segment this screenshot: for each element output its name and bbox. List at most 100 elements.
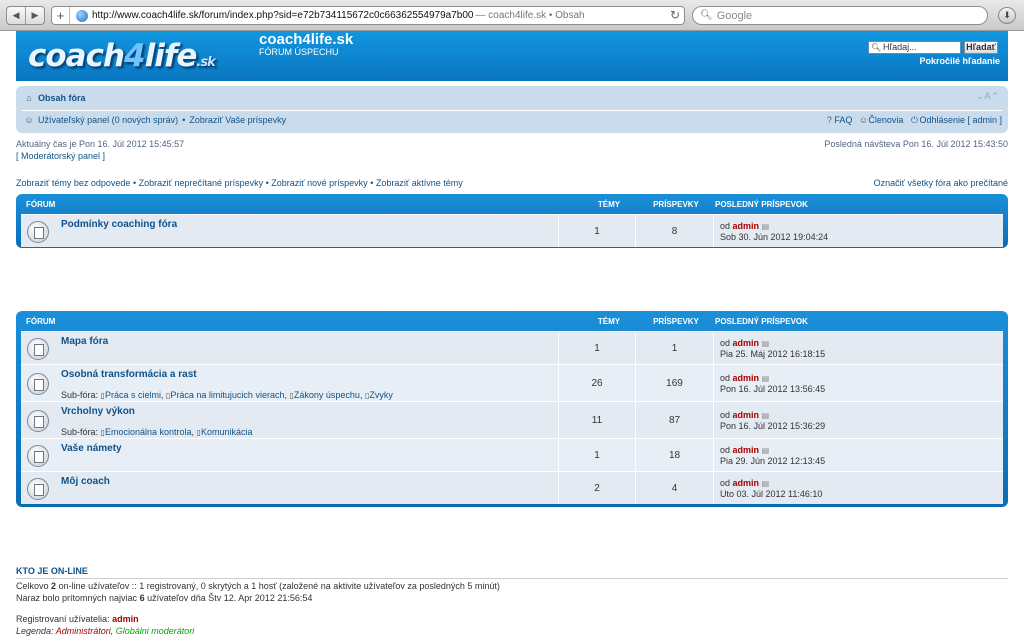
topics-count: 2 bbox=[558, 472, 636, 504]
font-size-changer[interactable]: ⌄A⌃ bbox=[976, 91, 1000, 102]
subforum-link[interactable]: Komunikácia bbox=[201, 427, 253, 437]
subforum-link[interactable]: Práca na limitujucich vierach bbox=[170, 390, 284, 400]
browser-search-placeholder: Google bbox=[716, 9, 753, 22]
site-description: FÓRUM ÚSPECHU bbox=[259, 47, 339, 57]
subforum-link[interactable]: Zvyky bbox=[369, 390, 393, 400]
who-is-online-heading[interactable]: KTO JE ON-LINE bbox=[16, 566, 1008, 579]
address-bar[interactable]: + http://www.coach4life.sk/forum/index.p… bbox=[51, 6, 685, 25]
posts-count: 87 bbox=[636, 402, 714, 438]
last-post-author-link[interactable]: admin bbox=[733, 410, 760, 420]
view-latest-post-icon[interactable]: ▤ bbox=[762, 222, 770, 231]
view-latest-post-icon[interactable]: ▤ bbox=[762, 479, 770, 488]
topics-count: 1 bbox=[558, 439, 636, 471]
page-title-text: — coach4life.sk • Obsah bbox=[475, 10, 585, 21]
last-post: od admin ▤ Pia 29. Jún 2012 12:13:45 bbox=[720, 444, 826, 466]
members-link[interactable]: Členovia bbox=[868, 115, 903, 125]
max-online-stats: Naraz bolo prítomných najviac 6 užívateľ… bbox=[16, 593, 313, 603]
forum-name-link[interactable]: Osobná transformácia a rast bbox=[61, 369, 197, 380]
subforum-link[interactable]: Emocionálna kontrola bbox=[105, 427, 192, 437]
subforum-link[interactable]: Práca s cielmi bbox=[105, 390, 161, 400]
last-post-date: Pon 16. Júl 2012 15:36:29 bbox=[720, 420, 826, 431]
subforums: Sub-fóra: ▯Emocionálna kontrola, ▯Komuni… bbox=[61, 427, 253, 437]
members-icon: ☺ bbox=[858, 115, 869, 125]
search-links: Zobraziť témy bez odpovede • Zobraziť ne… bbox=[16, 178, 463, 188]
last-post: od admin ▤ Uto 03. Júl 2012 11:46:10 bbox=[720, 477, 823, 499]
last-post-author-link[interactable]: admin bbox=[733, 373, 760, 383]
forum-row: Vrcholny výkon Sub-fóra: ▯Emocionálna kon… bbox=[21, 401, 1003, 438]
posts-count: 169 bbox=[636, 365, 714, 401]
view-latest-post-icon[interactable]: ▤ bbox=[762, 446, 770, 455]
search-button[interactable]: Hľadať bbox=[964, 41, 998, 54]
address-url[interactable]: http://www.coach4life.sk/forum/index.php… bbox=[92, 10, 474, 21]
add-bookmark-icon[interactable]: + bbox=[52, 7, 70, 24]
breadcrumb: ⌂ Obsah fóra bbox=[24, 93, 86, 103]
registered-users: Registrovaní užívatelia: admin bbox=[16, 614, 139, 624]
advanced-search-link[interactable]: Pokročilé hľadanie bbox=[920, 56, 1001, 66]
forward-arrow-icon[interactable]: ▶ bbox=[25, 7, 44, 24]
back-forward-buttons[interactable]: ◀ ▶ bbox=[6, 6, 45, 25]
forum-name-link[interactable]: Vrcholny výkon bbox=[61, 406, 135, 417]
logout-icon: ⏻ bbox=[910, 115, 919, 125]
browser-toolbar: ◀ ▶ + http://www.coach4life.sk/forum/ind… bbox=[0, 0, 1024, 31]
back-arrow-icon[interactable]: ◀ bbox=[7, 7, 25, 24]
forum-read-icon bbox=[27, 477, 49, 500]
topics-count: 26 bbox=[558, 365, 636, 401]
legend: Legenda: Administrátori, Globálni moderá… bbox=[16, 626, 195, 636]
forum-name-link[interactable]: Môj coach bbox=[61, 476, 110, 487]
table-header: FÓRUM TÉMY PRÍSPEVKY POSLEDNÝ PRÍSPEVOK bbox=[26, 316, 808, 326]
forum-name-link[interactable]: Vaše námety bbox=[61, 443, 122, 454]
view-posts-link[interactable]: Zobraziť Vaše príspevky bbox=[189, 115, 286, 125]
last-post-author-link[interactable]: admin bbox=[733, 445, 760, 455]
download-icon[interactable]: ⬇ bbox=[998, 7, 1016, 24]
posts-count: 4 bbox=[636, 472, 714, 504]
mark-all-read-link[interactable]: Označiť všetky fóra ako prečítané bbox=[874, 178, 1008, 188]
current-time: Aktuálny čas je Pon 16. Júl 2012 15:45:5… bbox=[16, 139, 185, 149]
subforum-link[interactable]: Zákony úspechu bbox=[294, 390, 360, 400]
forum-name-link[interactable]: Mapa fóra bbox=[61, 336, 108, 347]
table-header: FÓRUM TÉMY PRÍSPEVKY POSLEDNÝ PRÍSPEVOK bbox=[26, 199, 808, 209]
view-latest-post-icon[interactable]: ▤ bbox=[762, 374, 770, 383]
forum-name-link[interactable]: Podmínky coaching fóra bbox=[61, 219, 177, 230]
unanswered-link[interactable]: Zobraziť témy bez odpovede bbox=[16, 178, 130, 188]
browser-search-field[interactable]: 🔍︎ Google bbox=[692, 6, 988, 25]
legend-global-moderators[interactable]: Globálni moderátori bbox=[116, 626, 195, 636]
forum-search-input[interactable]: 🔍︎ Hľadaj... bbox=[868, 41, 961, 54]
unread-link[interactable]: Zobraziť neprečítané príspevky bbox=[139, 178, 263, 188]
forum-read-icon bbox=[27, 372, 49, 395]
last-post: od admin ▤ Pon 16. Júl 2012 13:56:45 bbox=[720, 372, 826, 394]
faq-link[interactable]: FAQ bbox=[834, 115, 852, 125]
last-visit: Posledná návšteva Pon 16. Júl 2012 15:43… bbox=[824, 139, 1008, 149]
new-posts-link[interactable]: Zobraziť nové príspevky bbox=[271, 178, 367, 188]
last-post-author-link[interactable]: admin bbox=[733, 338, 760, 348]
last-post-date: Uto 03. Júl 2012 11:46:10 bbox=[720, 488, 823, 499]
moderator-panel-link[interactable]: [ Moderátorský panel ] bbox=[16, 151, 105, 161]
last-post: od admin ▤ Sob 30. Jún 2012 19:04:24 bbox=[720, 220, 829, 242]
globe-icon bbox=[76, 9, 88, 22]
forum-row: Osobná transformácia a rast Sub-fóra: ▯Pr… bbox=[21, 364, 1003, 401]
navbar: ⌂ Obsah fóra ⌄A⌃ ☺ Užívateľský panel (0 … bbox=[16, 86, 1008, 133]
topics-count: 1 bbox=[558, 332, 636, 364]
logout-link[interactable]: Odhlásenie [ admin ] bbox=[919, 115, 1002, 125]
forum-read-icon bbox=[27, 444, 49, 467]
last-post: od admin ▤ Pon 16. Júl 2012 15:36:29 bbox=[720, 409, 826, 431]
view-latest-post-icon[interactable]: ▤ bbox=[762, 339, 770, 348]
posts-count: 18 bbox=[636, 439, 714, 471]
index-link[interactable]: Obsah fóra bbox=[38, 93, 86, 103]
user-link-admin[interactable]: admin bbox=[112, 614, 139, 624]
legend-administrators[interactable]: Administrátori bbox=[56, 626, 111, 636]
active-topics-link[interactable]: Zobraziť aktívne témy bbox=[376, 178, 463, 188]
view-latest-post-icon[interactable]: ▤ bbox=[762, 411, 770, 420]
subforums: Sub-fóra: ▯Práca s cielmi, ▯Práca na lim… bbox=[61, 390, 393, 400]
last-post-author-link[interactable]: admin bbox=[733, 221, 760, 231]
forum-row: Mapa fóra 1 1 od admin ▤ Pia 25. Máj 2012 16… bbox=[21, 331, 1003, 364]
forum-row: Môj coach 2 4 od admin ▤ Uto 03. Júl 2012 11… bbox=[21, 471, 1003, 504]
site-logo[interactable]: coach4life.sk bbox=[28, 38, 216, 74]
last-post-date: Pia 29. Jún 2012 12:13:45 bbox=[720, 455, 826, 466]
last-post-author-link[interactable]: admin bbox=[733, 478, 760, 488]
topics-count: 1 bbox=[558, 215, 636, 247]
forum-row: Podmínky coaching fóra 1 8 od admin ▤ Sob 30… bbox=[21, 214, 1003, 247]
reload-icon[interactable]: ↻ bbox=[670, 8, 680, 22]
user-panel-link[interactable]: Užívateľský panel (0 nových správ) bbox=[38, 115, 178, 125]
forum-table-1: FÓRUM TÉMY PRÍSPEVKY POSLEDNÝ PRÍSPEVOK … bbox=[16, 194, 1008, 248]
last-post-date: Pon 16. Júl 2012 13:56:45 bbox=[720, 383, 826, 394]
